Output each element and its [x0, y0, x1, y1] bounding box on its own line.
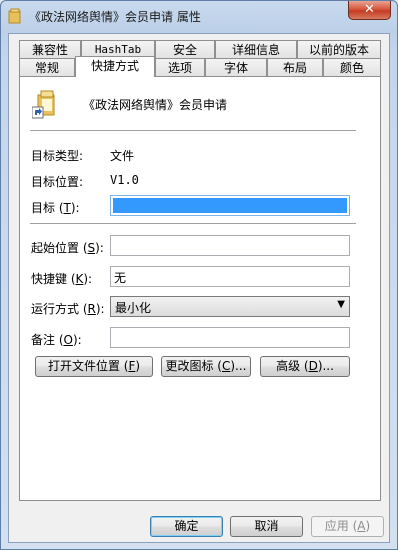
- dialog-body: 兼容性 HashTab 安全 详细信息 以前的版本 常规 快捷方式 选项 字体 …: [8, 33, 390, 543]
- change-icon-button[interactable]: 更改图标 (C)...: [161, 356, 251, 377]
- title-bar[interactable]: 《政法网络舆情》会员申请 属性 ✕: [1, 1, 397, 33]
- target-location-value: V1.0: [110, 173, 139, 187]
- tab-options[interactable]: 选项: [155, 58, 205, 77]
- target-type-value: 文件: [110, 149, 135, 163]
- folder-shortcut-icon: [8, 8, 21, 24]
- start-in-label: 起始位置 (S):: [31, 241, 104, 255]
- hotkey-field[interactable]: 无: [110, 266, 350, 287]
- cancel-button[interactable]: 取消: [230, 516, 303, 537]
- tab-shortcut[interactable]: 快捷方式: [75, 56, 155, 77]
- ok-button[interactable]: 确定: [150, 516, 223, 537]
- open-file-location-button[interactable]: 打开文件位置 (F): [35, 356, 153, 377]
- chevron-down-icon: ▼: [337, 299, 345, 310]
- run-select[interactable]: 最小化 ▼: [110, 296, 350, 317]
- tab-font[interactable]: 字体: [205, 58, 267, 77]
- apply-button[interactable]: 应用 (A): [311, 516, 384, 537]
- target-selection: [113, 198, 347, 213]
- folder-shortcut-icon: [32, 90, 55, 119]
- target-field[interactable]: [110, 195, 350, 216]
- window-title: 《政法网络舆情》会员申请 属性: [29, 10, 201, 24]
- run-select-value: 最小化: [115, 301, 152, 315]
- tab-compatibility[interactable]: 兼容性: [19, 40, 81, 59]
- tab-details[interactable]: 详细信息: [215, 40, 297, 59]
- comment-label: 备注 (O):: [31, 333, 82, 347]
- tab-security[interactable]: 安全: [155, 40, 215, 59]
- tab-previous-versions[interactable]: 以前的版本: [297, 40, 381, 59]
- run-label: 运行方式 (R):: [31, 302, 105, 316]
- tab-colors[interactable]: 颜色: [323, 58, 381, 77]
- shortcut-name: 《政法网络舆情》会员申请: [83, 98, 228, 112]
- close-button[interactable]: ✕: [348, 1, 391, 20]
- tab-layout[interactable]: 布局: [267, 58, 323, 77]
- start-in-field[interactable]: [110, 235, 350, 256]
- properties-window: 《政法网络舆情》会员申请 属性 ✕ 兼容性 HashTab 安全 详细信息 以前…: [0, 0, 398, 550]
- separator: [30, 223, 356, 225]
- comment-field[interactable]: [110, 327, 350, 348]
- tab-general[interactable]: 常规: [19, 58, 75, 77]
- hotkey-label: 快捷键 (K):: [31, 272, 93, 286]
- separator: [30, 130, 356, 132]
- target-type-label: 目标类型:: [31, 149, 84, 163]
- target-label: 目标 (T):: [31, 201, 80, 215]
- target-location-label: 目标位置:: [31, 175, 84, 189]
- shortcut-tab-panel: 《政法网络舆情》会员申请 目标类型: 文件 目标位置: V1.0 目标 (T):…: [19, 76, 381, 501]
- advanced-button[interactable]: 高级 (D)...: [260, 356, 350, 377]
